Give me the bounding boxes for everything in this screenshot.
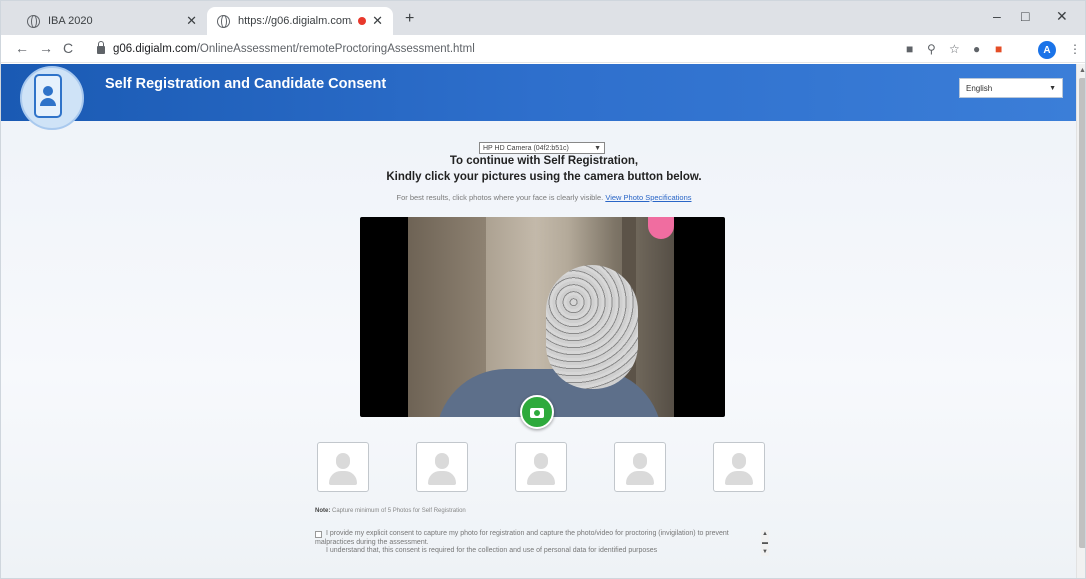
browser-window: IBA 2020 ✕ https://g06.digialm.com/On ✕ …	[0, 0, 1086, 579]
language-value: English	[966, 83, 993, 93]
instruction-line-1: To continue with Self Registration,	[449, 155, 639, 167]
blurred-face	[546, 265, 638, 389]
forward-button[interactable]: →	[39, 40, 53, 56]
browser-toolbar: ← → C g06.digialm.com/OnlineAssessment/r…	[1, 35, 1085, 63]
person-placeholder-icon	[633, 453, 647, 469]
camera-icon	[530, 408, 544, 418]
maximize-button[interactable]: □	[1021, 8, 1029, 24]
tab-iba-2020[interactable]: IBA 2020 ✕	[17, 7, 207, 35]
extension-icon[interactable]: ●	[973, 42, 980, 56]
phone-user-icon	[34, 74, 62, 118]
url-host: g06.digialm.com	[113, 43, 197, 55]
profile-avatar[interactable]: A	[1038, 41, 1056, 59]
camera-select[interactable]: HP HD Camera (04f2:b51c) ▼	[479, 142, 605, 154]
background-object	[648, 217, 674, 239]
scroll-thumb[interactable]	[1079, 78, 1085, 548]
note-text: Capture minimum of 5 Photos for Self Reg…	[332, 508, 466, 514]
close-tab-icon[interactable]: ✕	[186, 13, 197, 29]
minimize-button[interactable]: –	[993, 8, 1001, 24]
close-window-button[interactable]: ✕	[1056, 8, 1068, 25]
chevron-down-icon: ▼	[594, 144, 601, 152]
address-bar[interactable]: g06.digialm.com/OnlineAssessment/remoteP…	[97, 39, 897, 59]
language-select[interactable]: English ▼	[959, 78, 1063, 98]
capture-photo-button[interactable]	[520, 395, 554, 429]
office-icon[interactable]: ■	[995, 42, 1002, 56]
instruction-line-2: Kindly click your pictures using the cam…	[386, 171, 702, 183]
header-banner: Self Registration and Candidate Consent …	[1, 64, 1076, 121]
new-tab-button[interactable]: +	[405, 10, 414, 28]
video-icon[interactable]: ■	[906, 42, 913, 56]
photo-specifications-link[interactable]: View Photo Specifications	[605, 193, 691, 202]
zoom-icon[interactable]: ⚲	[927, 42, 936, 56]
back-button[interactable]: ←	[15, 40, 29, 56]
url-path: /OnlineAssessment/remoteProctoringAssess…	[196, 43, 475, 55]
lock-icon	[97, 41, 105, 54]
scroll-up-icon[interactable]: ▲	[1079, 67, 1085, 74]
tab-title: IBA 2020	[48, 15, 93, 27]
person-placeholder-icon	[732, 453, 746, 469]
consent-text: I provide my explicit consent to capture…	[315, 530, 729, 546]
photo-thumbnail-1	[317, 442, 369, 492]
consent-checkbox[interactable]	[315, 531, 322, 538]
hint-text: For best results, click photos where you…	[396, 193, 604, 202]
reload-button[interactable]: C	[63, 40, 73, 56]
tab-digialm[interactable]: https://g06.digialm.com/On ✕	[207, 7, 393, 35]
globe-icon	[27, 14, 40, 28]
person-placeholder-icon	[534, 453, 548, 469]
photo-thumbnail-3	[515, 442, 567, 492]
camera-preview	[360, 217, 725, 417]
person-placeholder-icon	[336, 453, 350, 469]
page-scrollbar[interactable]: ▲	[1076, 64, 1085, 578]
consent-scrollbar[interactable]: ▲ ▬ ▼	[761, 530, 769, 556]
consent-block: I provide my explicit consent to capture…	[315, 530, 755, 556]
camera-feed	[408, 217, 674, 417]
close-tab-icon[interactable]: ✕	[372, 13, 383, 29]
tab-strip: IBA 2020 ✕ https://g06.digialm.com/On ✕ …	[1, 1, 1085, 35]
photo-thumbnail-4	[614, 442, 666, 492]
consent-text-2: I understand that, this consent is requi…	[326, 547, 658, 554]
photo-thumbnail-5	[713, 442, 765, 492]
chevron-down-icon: ▼	[1049, 84, 1056, 92]
page-content: Self Registration and Candidate Consent …	[1, 64, 1085, 578]
tab-title: https://g06.digialm.com/On	[238, 15, 352, 27]
menu-icon[interactable]: ⋮	[1069, 42, 1081, 56]
photo-note: Note: Capture minimum of 5 Photos for Se…	[315, 508, 466, 514]
page-title: Self Registration and Candidate Consent	[105, 76, 387, 92]
camera-value: HP HD Camera (04f2:b51c)	[483, 144, 569, 152]
recording-icon	[358, 17, 367, 25]
note-label: Note:	[315, 508, 331, 514]
photo-thumbnail-2	[416, 442, 468, 492]
globe-icon	[217, 14, 230, 28]
photo-hint: For best results, click photos where you…	[1, 193, 1085, 202]
star-icon[interactable]: ☆	[949, 42, 960, 56]
person-placeholder-icon	[435, 453, 449, 469]
